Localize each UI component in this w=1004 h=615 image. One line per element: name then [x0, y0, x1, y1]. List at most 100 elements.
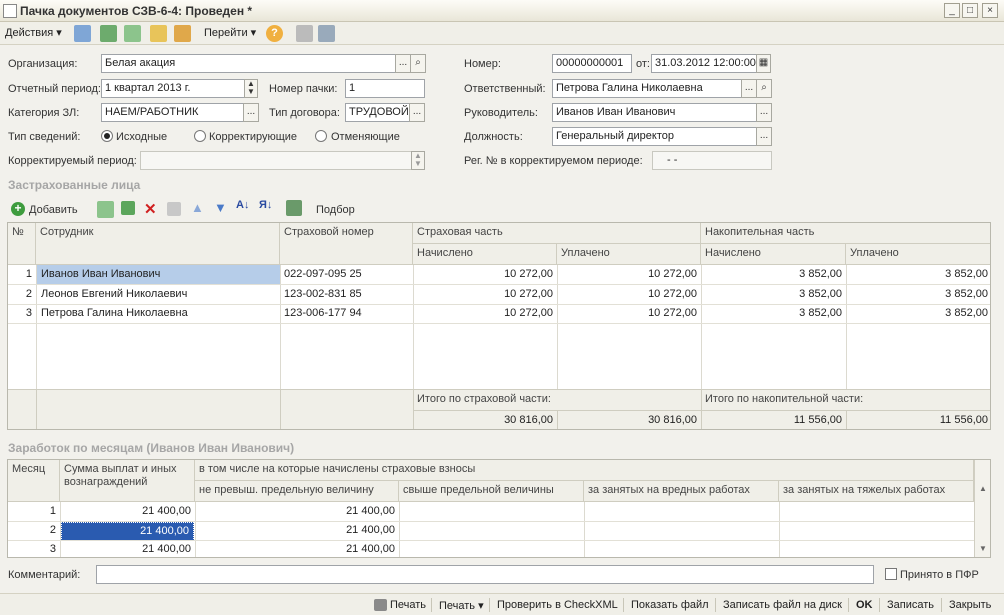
col-ins-paid-header[interactable]: Уплачено	[557, 244, 701, 265]
printer-icon[interactable]	[374, 599, 387, 611]
list-icon[interactable]	[296, 25, 313, 42]
radio-canceling[interactable]	[315, 130, 327, 142]
goto-menu[interactable]: Перейти ▾	[204, 26, 256, 39]
scroll-up-icon[interactable]: ▲	[979, 484, 987, 493]
fund-paid[interactable]: 3 852,00	[846, 304, 990, 323]
head-field[interactable]: Иванов Иван Иванович	[552, 103, 757, 122]
col-month-header[interactable]: Месяц	[8, 460, 60, 502]
ins-accrued[interactable]: 10 272,00	[413, 265, 557, 284]
ins-paid[interactable]: 10 272,00	[557, 265, 701, 284]
col-fund-paid-header[interactable]: Уплачено	[846, 244, 990, 265]
responsible-search-icon[interactable]: ⌕	[756, 79, 772, 98]
post-icon[interactable]	[74, 25, 91, 42]
within-limit[interactable]: 21 400,00	[195, 521, 399, 540]
close-button[interactable]: Закрыть	[949, 599, 991, 611]
col-above-header[interactable]: свыше предельной величины	[399, 481, 584, 502]
position-select-button[interactable]: ...	[756, 127, 772, 146]
ins-paid[interactable]: 10 272,00	[557, 285, 701, 304]
show-file-button[interactable]: Показать файл	[631, 599, 709, 611]
check-xml-button[interactable]: Проверить в CheckXML	[497, 599, 618, 611]
print-menu-button[interactable]: Печать ▾	[439, 599, 484, 612]
col-sum-header[interactable]: Сумма выплат и иных вознаграждений	[60, 460, 195, 502]
fund-paid[interactable]: 3 852,00	[846, 285, 990, 304]
ins-number[interactable]: 022-097-095 25	[280, 265, 413, 284]
contract-field[interactable]: ТРУДОВОЙ	[345, 103, 410, 122]
ins-number[interactable]: 123-006-177 94	[280, 304, 413, 323]
radio-correcting[interactable]	[194, 130, 206, 142]
category-field[interactable]: НАЕМ/РАБОТНИК	[101, 103, 244, 122]
payment-sum[interactable]: 21 400,00	[61, 522, 194, 541]
org-field[interactable]: Белая акация	[101, 54, 397, 73]
copy-icon[interactable]	[124, 25, 141, 42]
col-ins-part-header[interactable]: Страховая часть	[413, 223, 701, 244]
delete-icon[interactable]: ✕	[144, 200, 157, 218]
copy-row-icon[interactable]	[97, 201, 114, 218]
col-num-header[interactable]: №	[8, 223, 36, 265]
employee-name[interactable]: Иванов Иван Иванович	[37, 265, 280, 284]
payment-sum[interactable]: 21 400,00	[60, 502, 195, 521]
end-edit-icon[interactable]	[167, 202, 181, 216]
org-select-button[interactable]: ...	[395, 54, 411, 73]
col-harmful-header[interactable]: за занятых на вредных работах	[584, 481, 779, 502]
employee-name[interactable]: Петрова Галина Николаевна	[37, 304, 280, 323]
ins-paid[interactable]: 10 272,00	[557, 304, 701, 323]
col-heavy-header[interactable]: за занятых на тяжелых работах	[779, 481, 974, 502]
move-up-icon[interactable]: ▲	[191, 200, 204, 215]
reg-field[interactable]: - -	[652, 151, 772, 170]
structure-icon[interactable]	[150, 25, 167, 42]
fund-accrued[interactable]: 3 852,00	[701, 265, 846, 284]
corr-period-field[interactable]	[140, 151, 412, 170]
corr-period-stepper[interactable]: ▲ ▼	[411, 151, 425, 170]
comment-field[interactable]	[96, 565, 874, 584]
radio-original[interactable]	[101, 130, 113, 142]
earnings-scrollbar[interactable]: ▲ ▼	[974, 460, 990, 557]
category-select-button[interactable]: ...	[243, 103, 259, 122]
contract-select-button[interactable]: ...	[409, 103, 425, 122]
szv-fill-icon[interactable]	[286, 200, 302, 216]
move-down-icon[interactable]: ▼	[214, 200, 227, 215]
employee-name[interactable]: Леонов Евгений Николаевич	[37, 285, 280, 304]
add-icon[interactable]: +	[11, 202, 25, 216]
fund-accrued[interactable]: 3 852,00	[701, 285, 846, 304]
within-limit[interactable]: 21 400,00	[195, 540, 399, 557]
col-incl-header[interactable]: в том числе на которые начислены страхов…	[195, 460, 974, 481]
maximize-button[interactable]: □	[962, 3, 978, 18]
calendar-icon[interactable]: ▦	[756, 54, 771, 73]
fund-accrued[interactable]: 3 852,00	[701, 304, 846, 323]
period-field[interactable]: 1 квартал 2013 г.	[101, 79, 245, 98]
refresh-icon[interactable]	[100, 25, 117, 42]
ins-accrued[interactable]: 10 272,00	[413, 285, 557, 304]
ok-button[interactable]: OK	[856, 599, 873, 611]
position-field[interactable]: Генеральный директор	[552, 127, 757, 146]
head-select-button[interactable]: ...	[756, 103, 772, 122]
help-icon[interactable]: ?	[266, 25, 283, 42]
pack-field[interactable]: 1	[345, 79, 425, 98]
col-fund-accrued-header[interactable]: Начислено	[701, 244, 846, 265]
col-fund-part-header[interactable]: Накопительная часть	[701, 223, 990, 244]
col-ins-accrued-header[interactable]: Начислено	[413, 244, 557, 265]
col-ins-number-header[interactable]: Страховой номер	[280, 223, 413, 265]
tree-icon[interactable]	[318, 25, 335, 42]
fund-paid[interactable]: 3 852,00	[846, 265, 990, 284]
save-file-button[interactable]: Записать файл на диск	[723, 599, 842, 611]
print-button[interactable]: Печать	[390, 599, 426, 611]
minimize-button[interactable]: _	[944, 3, 960, 18]
sort-desc-icon[interactable]: Я↓	[259, 199, 272, 211]
payment-sum[interactable]: 21 400,00	[60, 540, 195, 557]
responsible-field[interactable]: Петрова Галина Николаевна	[552, 79, 742, 98]
date-field[interactable]: 31.03.2012 12:00:00	[651, 54, 757, 73]
movements-icon[interactable]	[174, 25, 191, 42]
ins-number[interactable]: 123-002-831 85	[280, 285, 413, 304]
number-field[interactable]: 00000000001	[552, 54, 632, 73]
within-limit[interactable]: 21 400,00	[195, 502, 399, 521]
actions-menu[interactable]: Действия ▾	[5, 26, 62, 39]
responsible-select-button[interactable]: ...	[741, 79, 757, 98]
col-within-header[interactable]: не превыш. предельную величину	[195, 481, 399, 502]
col-employee-header[interactable]: Сотрудник	[36, 223, 280, 265]
scroll-down-icon[interactable]: ▼	[979, 544, 987, 553]
save-button[interactable]: Записать	[887, 599, 934, 611]
org-search-icon[interactable]: ⌕	[410, 54, 426, 73]
ins-accrued[interactable]: 10 272,00	[413, 304, 557, 323]
period-stepper[interactable]: ▲ ▼	[244, 79, 258, 98]
pick-button[interactable]: Подбор	[316, 204, 355, 216]
